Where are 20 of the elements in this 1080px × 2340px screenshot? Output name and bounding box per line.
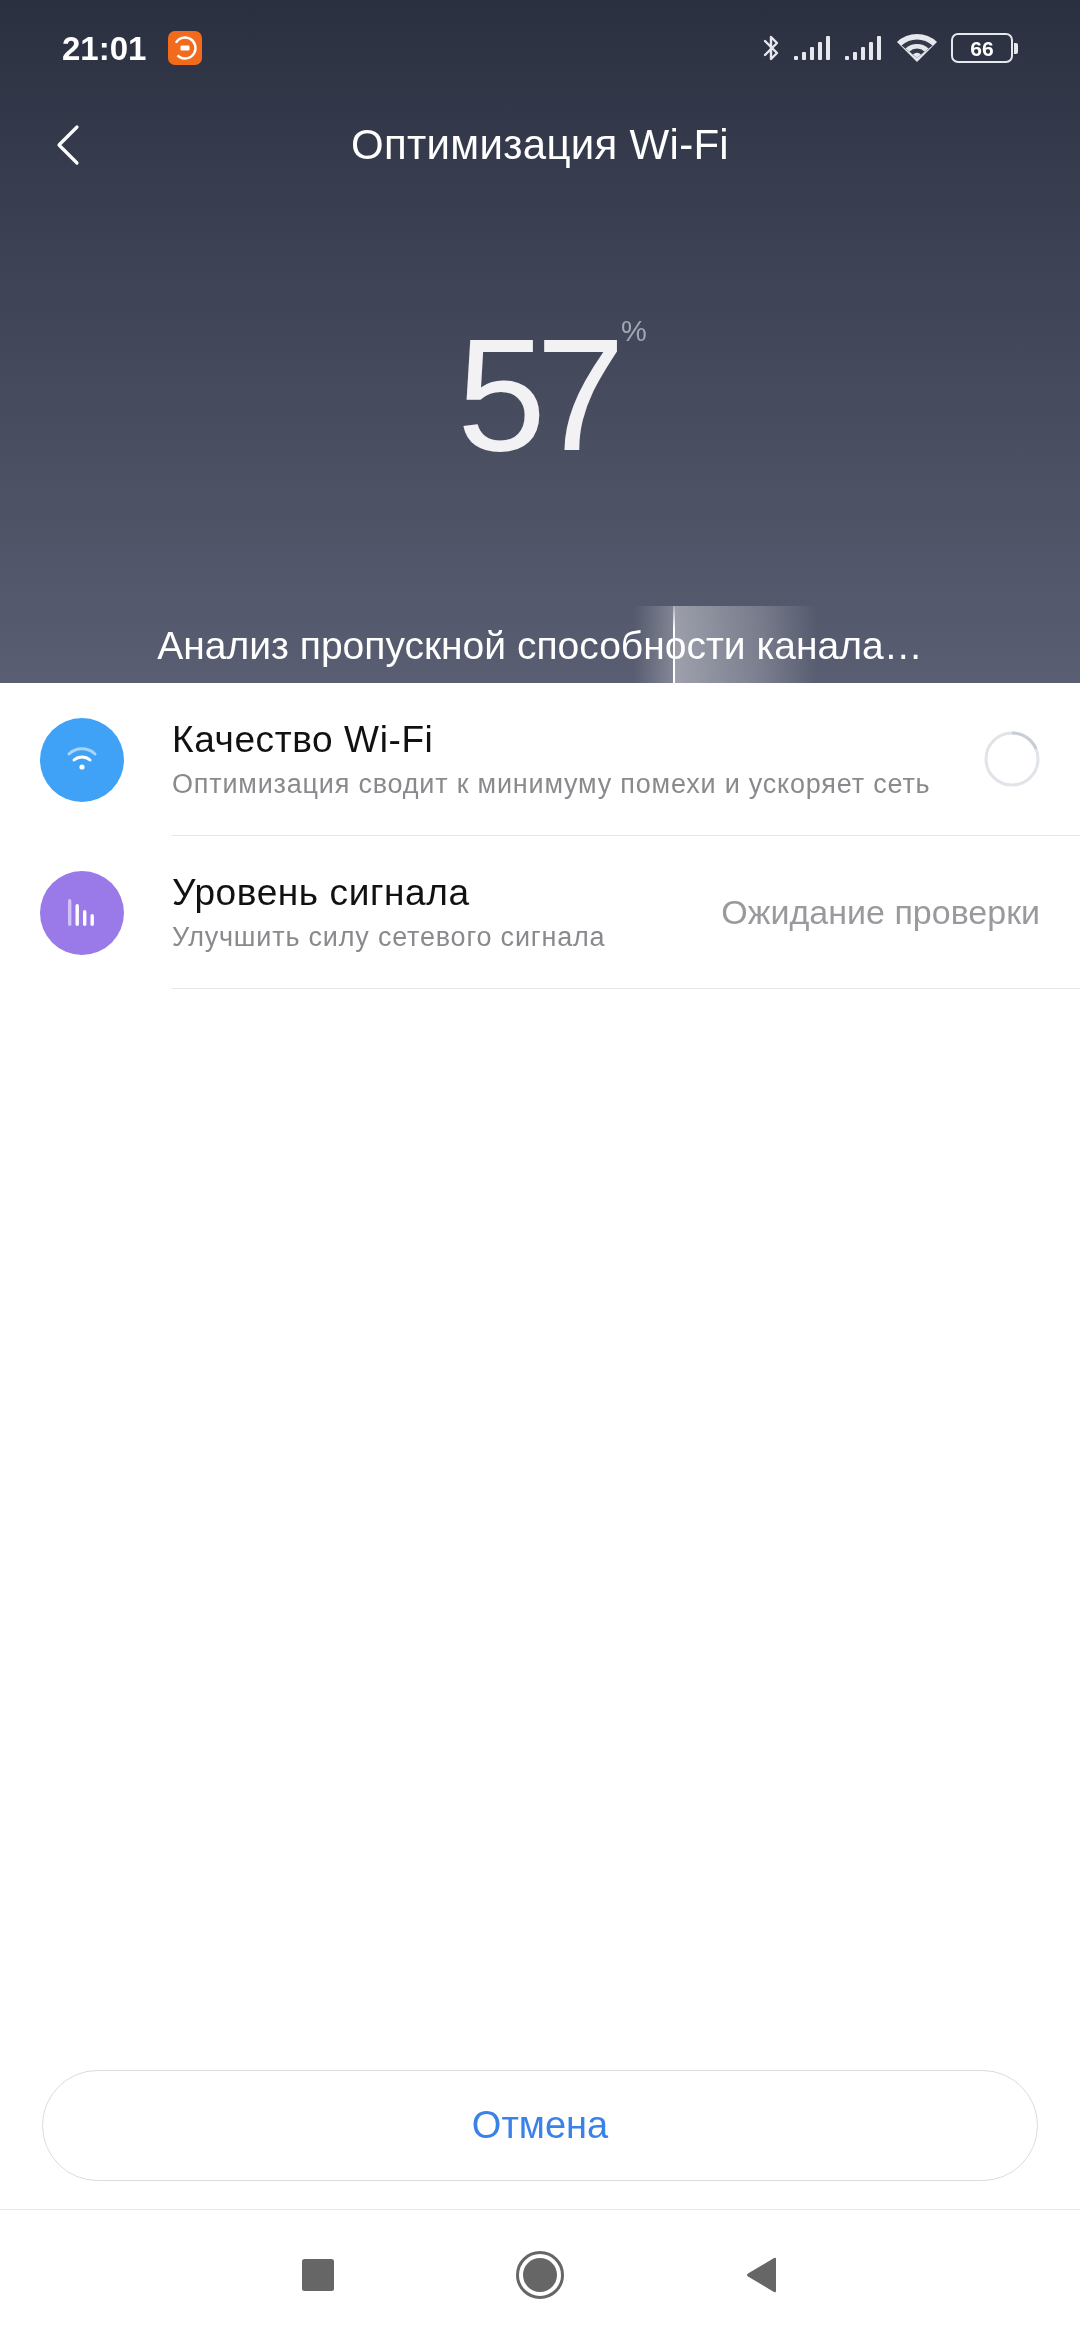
signal-bars-icon <box>794 34 832 62</box>
score-unit: % <box>621 317 647 346</box>
screen-title: Оптимизация Wi-Fi <box>350 119 729 170</box>
wifi-icon <box>896 33 938 63</box>
signal-bars-icon <box>845 34 883 62</box>
circle-icon[interactable] <box>516 2251 564 2299</box>
bluetooth-icon <box>761 33 781 63</box>
check-description: Улучшить силу сетевого сигнала <box>172 921 607 953</box>
check-description: Оптимизация сводит к минимуму помехи и ускоряет сеть <box>172 768 932 800</box>
score-value: 57 <box>457 315 616 475</box>
check-title: Уровень сигнала <box>172 871 471 915</box>
back-icon[interactable] <box>55 124 81 166</box>
status-time: 21:01 <box>62 31 147 65</box>
check-title: Качество Wi-Fi <box>172 718 435 762</box>
back-triangle-icon[interactable] <box>746 2257 778 2293</box>
cancel-button[interactable]: Отмена <box>42 2070 1038 2181</box>
battery-indicator: 66 <box>951 33 1018 63</box>
check-status: Ожидание проверки <box>721 892 1040 932</box>
spinner-icon <box>984 731 1040 787</box>
app-logo-icon <box>168 31 203 65</box>
